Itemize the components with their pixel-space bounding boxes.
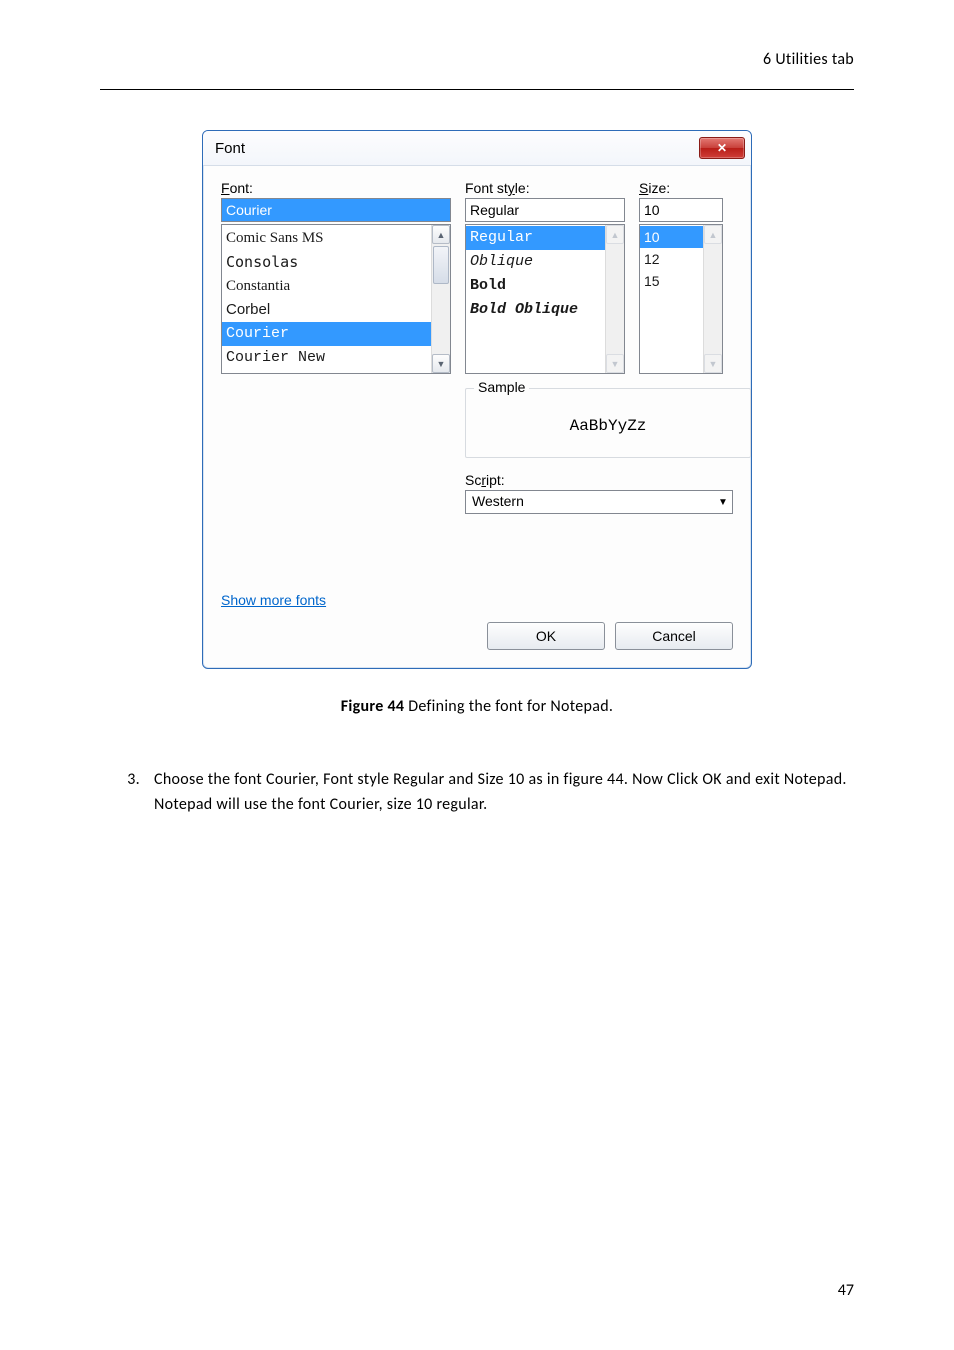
page-number: 47 [838,1281,854,1300]
size-scrollbar[interactable]: ▲ ▼ [703,225,722,373]
sample-group: Sample AaBbYyZz [465,388,751,458]
size-option[interactable]: 12 [640,248,704,270]
style-label: Font style: [465,180,625,196]
page-header: 6 Utilities tab [100,50,854,69]
font-option[interactable]: Constantia [222,274,432,298]
size-label: Size: [639,180,723,196]
style-option[interactable]: Regular [466,226,606,250]
script-combo[interactable]: Western ▼ [465,490,733,514]
style-listbox[interactable]: Regular Oblique Bold Bold Oblique ▲ ▼ [465,224,625,374]
cancel-button[interactable]: Cancel [615,622,733,650]
style-option[interactable]: Oblique [466,250,606,274]
style-option[interactable]: Bold [466,274,606,298]
scroll-up-icon[interactable]: ▲ [432,225,450,244]
chevron-down-icon[interactable]: ▼ [714,491,732,513]
dialog-title: Font [215,140,245,157]
font-dialog: Font ✕ Font: Comic Sans MS [202,130,752,669]
ok-button[interactable]: OK [487,622,605,650]
scroll-down-icon[interactable]: ▼ [432,354,450,373]
figure-caption: Figure 44 Defining the font for Notepad. [100,697,854,716]
style-input[interactable] [465,198,625,222]
font-option[interactable]: Corbel [222,298,432,322]
script-label: Script: [465,472,733,488]
close-button[interactable]: ✕ [699,137,745,159]
style-option[interactable]: Bold Oblique [466,298,606,322]
scroll-up-icon: ▲ [704,225,722,244]
font-input[interactable] [221,198,451,222]
script-value: Western [466,491,714,513]
scroll-up-icon: ▲ [606,225,624,244]
scroll-down-icon: ▼ [704,354,722,373]
font-scrollbar[interactable]: ▲ ▼ [431,225,450,373]
font-option[interactable]: Consolas [222,250,432,274]
close-icon: ✕ [717,142,727,154]
titlebar: Font ✕ [203,131,751,166]
scroll-down-icon: ▼ [606,354,624,373]
font-label: Font: [221,180,451,196]
size-option[interactable]: 10 [640,226,704,248]
font-option[interactable]: Comic Sans MS [222,226,432,250]
sample-text: AaBbYyZz [474,399,742,445]
sample-legend: Sample [474,379,529,395]
font-option[interactable]: Courier [222,322,432,346]
show-more-fonts-link[interactable]: Show more fonts [221,592,326,608]
size-listbox[interactable]: 10 12 15 ▲ ▼ [639,224,723,374]
size-option[interactable]: 15 [640,270,704,292]
instruction-step: 3. Choose the font Courier, Font style R… [100,768,854,818]
font-option[interactable]: Courier New [222,346,432,370]
header-rule [100,89,854,90]
style-scrollbar[interactable]: ▲ ▼ [605,225,624,373]
size-input[interactable] [639,198,723,222]
font-listbox[interactable]: Comic Sans MS Consolas Constantia Corbel… [221,224,451,374]
